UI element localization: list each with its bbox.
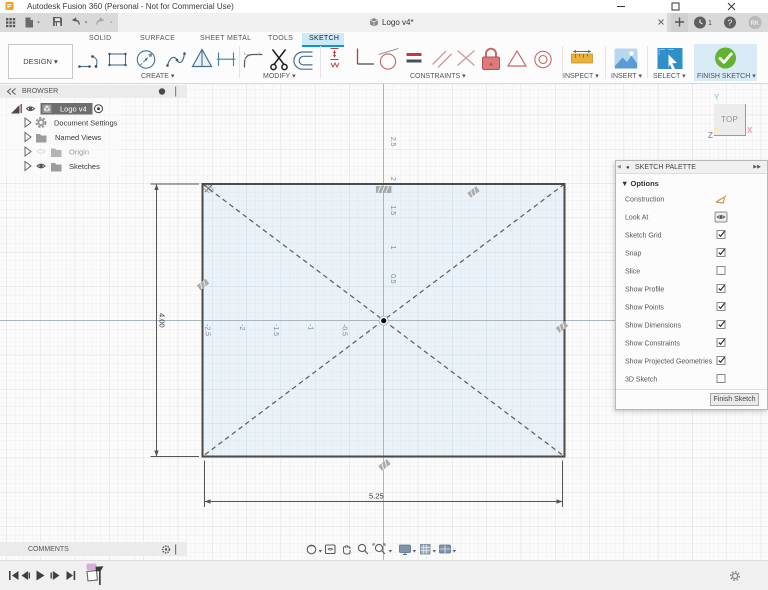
svg-text:Show Points: Show Points (625, 305, 664, 312)
svg-text:Show Constraints: Show Constraints (625, 341, 680, 348)
svg-text:1.5: 1.5 (389, 205, 396, 215)
svg-text:-0.5: -0.5 (341, 324, 348, 336)
svg-text:?: ? (728, 18, 733, 28)
svg-text:Sketches: Sketches (69, 162, 100, 171)
svg-text:Origin: Origin (69, 148, 89, 157)
svg-text:Show Dimensions: Show Dimensions (625, 323, 682, 330)
svg-text:4.00: 4.00 (158, 313, 167, 328)
svg-text:0.5: 0.5 (389, 274, 396, 284)
svg-text:3D Sketch: 3D Sketch (625, 377, 657, 384)
svg-text:Look At: Look At (625, 215, 648, 222)
svg-text:Slice: Slice (625, 269, 640, 276)
svg-text:Show Profile: Show Profile (625, 287, 664, 294)
svg-text:-2: -2 (238, 324, 245, 330)
svg-text:-1.5: -1.5 (272, 324, 279, 336)
svg-text:5.25: 5.25 (369, 492, 384, 501)
svg-text:Sketch Grid: Sketch Grid (625, 233, 662, 240)
svg-text:1: 1 (389, 245, 396, 249)
svg-text:-2.5: -2.5 (204, 324, 211, 336)
svg-text:2.5: 2.5 (389, 137, 396, 147)
svg-text:RK: RK (751, 21, 759, 27)
svg-text:Construction: Construction (625, 197, 664, 204)
svg-text:Document Settings: Document Settings (54, 119, 118, 128)
svg-text:Snap: Snap (625, 251, 641, 258)
svg-text:-1: -1 (306, 324, 313, 330)
svg-text:1: 1 (708, 20, 712, 27)
svg-text:Named Views: Named Views (55, 133, 101, 142)
svg-text:2: 2 (389, 177, 396, 181)
svg-text:Show Projected Geometries: Show Projected Geometries (625, 359, 713, 366)
svg-text:Logo v4: Logo v4 (60, 105, 87, 114)
